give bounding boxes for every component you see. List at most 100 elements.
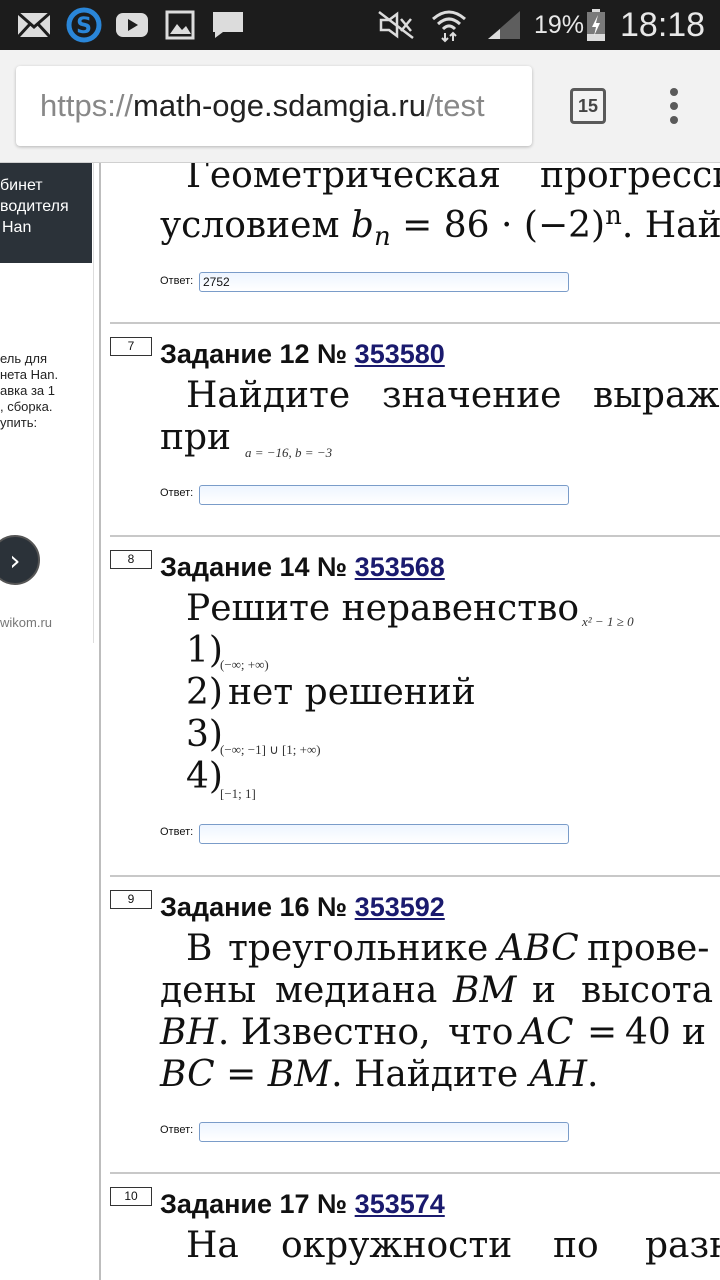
overflow-menu-icon[interactable]: [660, 86, 688, 126]
task-separator: [110, 535, 720, 537]
math-sub: n: [373, 222, 391, 253]
answer-input[interactable]: 2752: [199, 272, 569, 292]
signal-icon: [484, 0, 524, 50]
math-var: BM: [453, 970, 517, 1011]
task-card: 10 Задание 17 № 353574 На окружности по …: [110, 1185, 720, 1280]
math-var: AH: [529, 1054, 588, 1095]
answer-input[interactable]: [199, 1122, 569, 1142]
task-card: 8 Задание 14 № 353568 Решите неравенство…: [110, 548, 720, 848]
math-expression: x² − 1 ≥ 0: [582, 614, 634, 629]
gallery-icon: [164, 0, 196, 50]
mail-icon: [16, 0, 52, 50]
url-scheme: https://: [40, 88, 134, 123]
ad-description: ель для нета Han. авка за 1 , сборка. уп…: [0, 351, 92, 431]
prev-task-text: условием: [160, 205, 340, 246]
task-text-line: BC = BM. Найдите AH.: [160, 1054, 598, 1095]
skype-icon: S: [64, 0, 104, 50]
option-math: (−∞; −1] ∪ [1; +∞): [220, 742, 321, 757]
task-title: Задание 16 № 353592: [160, 892, 445, 923]
ad-line: Han: [2, 219, 32, 236]
math-var: ABC: [498, 928, 579, 969]
task-title-text: Задание 16 №: [160, 892, 348, 922]
answer-label: Ответ:: [160, 826, 194, 838]
ad-text-line: авка за 1: [0, 383, 55, 398]
column-divider: [99, 163, 101, 1280]
math-var: BC: [160, 1054, 215, 1095]
status-bar: S 19% 18:18: [0, 0, 720, 50]
answer-label: Ответ:: [160, 487, 194, 499]
task-link[interactable]: 353574: [355, 1189, 445, 1219]
task-title-text: Задание 14 №: [160, 552, 348, 582]
math-expression: a = −16, b = −3: [245, 445, 333, 460]
browser-toolbar: https://math-oge.sdamgia.ru/test 15: [0, 50, 720, 163]
task-text-word: значение: [382, 375, 562, 416]
task-title: Задание 12 № 353580: [160, 339, 445, 370]
math-var: BH: [160, 1012, 218, 1053]
option-number: 3): [186, 714, 223, 755]
task-text-word: высота: [581, 970, 714, 1011]
task-text-word: =: [214, 1054, 268, 1095]
task-text-word: по: [553, 1225, 599, 1266]
option-text: нет решений: [228, 672, 476, 713]
option-number: 1): [186, 630, 223, 671]
task-text-word: 40: [625, 1012, 671, 1053]
option-number: 2): [186, 672, 223, 713]
task-card: 7 Задание 12 № 353580 Найдите значение в…: [110, 335, 720, 525]
task-text-word: и: [682, 1012, 706, 1053]
answer-input[interactable]: [199, 485, 569, 505]
wifi-icon: [428, 0, 470, 50]
prev-task-word: прогресси: [540, 163, 720, 196]
ad-line: бинет: [0, 177, 43, 194]
page-content: бинет водителя Han ель для нета Han. авк…: [0, 163, 720, 1280]
task-text-line: BH. Известно,: [160, 1012, 431, 1053]
task-text-word: Найдите: [186, 375, 351, 416]
task-text-word: В: [186, 928, 213, 969]
task-text-word: медиана: [275, 970, 438, 1011]
prev-task-line: условием bn = 86 · (−2)n. Найди: [160, 201, 720, 252]
task-link[interactable]: 353568: [355, 552, 445, 582]
youtube-icon: [114, 0, 150, 50]
task-link[interactable]: 353592: [355, 892, 445, 922]
answer-label: Ответ:: [160, 1124, 194, 1136]
task-text-word: разн: [645, 1225, 720, 1266]
task-separator: [110, 875, 720, 877]
ad-text-line: , сборка.: [0, 399, 53, 414]
task-title-text: Задание 17 №: [160, 1189, 348, 1219]
url-host: math-oge.sdamgia.ru: [133, 88, 426, 123]
task-title-text: Задание 12 №: [160, 339, 348, 369]
task-text-word: дены: [160, 970, 257, 1011]
task-number: 8: [110, 550, 152, 569]
sidebar-ad[interactable]: бинет водителя Han ель для нета Han. авк…: [0, 163, 94, 643]
ad-text-line: нета Han.: [0, 367, 59, 382]
message-icon: [210, 0, 246, 50]
task-text: Решите неравенство: [186, 588, 580, 629]
math-sup: n: [605, 201, 622, 231]
task-text-word: На: [186, 1225, 239, 1266]
task-text-word: что: [448, 1012, 514, 1053]
ad-banner[interactable]: бинет водителя Han: [0, 163, 92, 263]
chevron-right-icon[interactable]: ›: [0, 535, 40, 585]
task-title: Задание 14 № 353568: [160, 552, 445, 583]
tab-switcher-button[interactable]: 15: [570, 88, 606, 124]
math-var: b: [350, 205, 374, 246]
math-var: BM: [267, 1054, 332, 1095]
task-number: 10: [110, 1187, 152, 1206]
math-expr: = 86 · (−2): [402, 205, 606, 246]
task-text-word: .: [587, 1054, 599, 1095]
task-title: Задание 17 № 353574: [160, 1189, 445, 1220]
task-link[interactable]: 353580: [355, 339, 445, 369]
ad-domain: wikom.ru: [0, 615, 53, 630]
address-bar[interactable]: https://math-oge.sdamgia.ru/test: [16, 66, 532, 146]
answer-input[interactable]: [199, 824, 569, 844]
option-number: 4): [186, 756, 223, 797]
mute-icon: [376, 0, 416, 50]
prev-task-text: . Найди: [621, 205, 720, 246]
task-text-word: . Найдите: [331, 1054, 530, 1095]
url-text[interactable]: https://math-oge.sdamgia.ru/test: [40, 66, 485, 146]
task-text-word: и: [532, 970, 556, 1011]
task-separator: [110, 1172, 720, 1174]
answer-label: Ответ:: [160, 275, 194, 287]
option-math: (−∞; +∞): [220, 657, 269, 672]
task-number: 7: [110, 337, 152, 356]
task-number: 9: [110, 890, 152, 909]
